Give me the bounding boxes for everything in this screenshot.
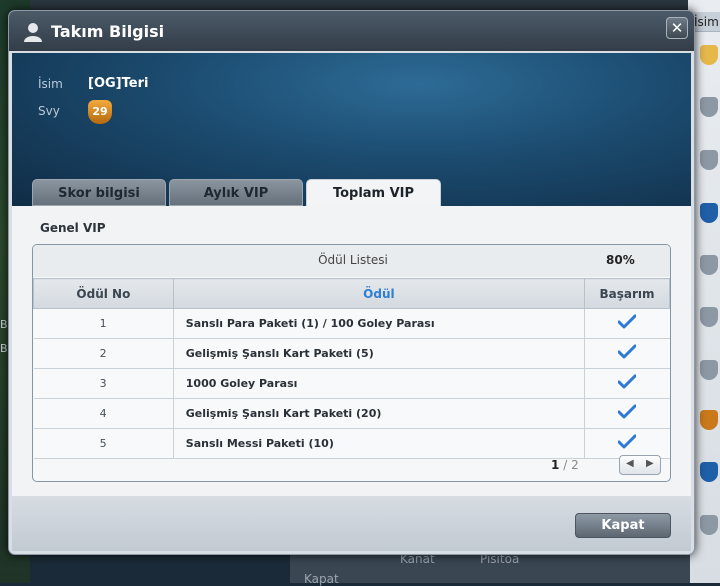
pagination-buttons: ◀ ▶ bbox=[619, 455, 661, 475]
background-label: Kapat bbox=[304, 572, 339, 586]
name-label: İsim bbox=[38, 77, 63, 91]
rank-badge-icon bbox=[700, 150, 718, 170]
page-separator: / bbox=[563, 458, 568, 472]
total-pages: 2 bbox=[571, 458, 579, 472]
background-marker: B bbox=[0, 342, 8, 355]
section-title: Genel VIP bbox=[40, 221, 106, 235]
rank-badge-icon bbox=[700, 360, 718, 380]
column-header-achievement: Başarım bbox=[584, 278, 670, 309]
checkmark-icon bbox=[618, 404, 637, 419]
reward-list-header: Ödül Listesi 80% bbox=[33, 245, 670, 277]
reward-name: Gelişmiş Şanslı Kart Paketi (5) bbox=[172, 338, 585, 369]
achievement-cell bbox=[584, 428, 670, 459]
rank-badge-icon bbox=[700, 462, 718, 482]
achievement-cell bbox=[584, 398, 670, 429]
checkmark-icon bbox=[618, 314, 637, 329]
reward-name: Gelişmiş Şanslı Kart Paketi (20) bbox=[172, 398, 585, 429]
reward-table: Ödül No Ödül Başarım 1 Sanslı Para Paketi… bbox=[33, 278, 670, 459]
rank-badge-icon bbox=[700, 203, 718, 223]
column-header-reward[interactable]: Ödül bbox=[172, 278, 586, 309]
achievement-cell bbox=[584, 368, 670, 399]
reward-progress: 80% bbox=[606, 253, 635, 267]
reward-list-title: Ödül Listesi bbox=[318, 253, 388, 267]
tab-aylik-vip[interactable]: Aylık VIP bbox=[169, 179, 303, 206]
next-page-icon[interactable]: ▶ bbox=[646, 458, 654, 469]
rank-badge-icon bbox=[700, 45, 718, 65]
close-button[interactable]: Kapat bbox=[575, 513, 671, 538]
dialog-title: Takım Bilgisi bbox=[51, 22, 165, 41]
tab-skor-bilgisi[interactable]: Skor bilgisi bbox=[32, 179, 166, 206]
reward-no: 5 bbox=[33, 428, 174, 459]
table-row: 5 Sanslı Messi Paketi (10) bbox=[33, 428, 670, 459]
table-row: 1 Sanslı Para Paketi (1) / 100 Goley Para… bbox=[33, 308, 670, 339]
table-row: 4 Gelişmiş Şanslı Kart Paketi (20) bbox=[33, 398, 670, 429]
reward-name: Sanslı Para Paketi (1) / 100 Goley Paras… bbox=[172, 308, 585, 339]
reward-name: 1000 Goley Parası bbox=[172, 368, 585, 399]
reward-name: Sanslı Messi Paketi (10) bbox=[172, 428, 585, 459]
background-marker: B bbox=[0, 318, 8, 331]
achievement-cell bbox=[584, 338, 670, 369]
column-header-reward-no: Ödül No bbox=[33, 278, 174, 309]
reward-no: 3 bbox=[33, 368, 174, 399]
prev-page-icon[interactable]: ◀ bbox=[626, 458, 634, 469]
pagination-indicator: 1 / 2 bbox=[551, 458, 579, 472]
dialog-titlebar: Takım Bilgisi ✕ bbox=[9, 11, 694, 51]
reward-no: 4 bbox=[33, 398, 174, 429]
close-icon[interactable]: ✕ bbox=[666, 17, 688, 39]
checkmark-icon bbox=[618, 434, 637, 449]
user-icon bbox=[24, 23, 42, 42]
rank-badge-icon bbox=[700, 410, 718, 430]
current-page: 1 bbox=[551, 458, 560, 472]
reward-no: 2 bbox=[33, 338, 174, 369]
rank-badge-icon bbox=[700, 97, 718, 117]
checkmark-icon bbox=[618, 344, 637, 359]
team-name: [OG]Teri bbox=[88, 76, 149, 91]
level-badge: 29 bbox=[88, 100, 112, 124]
rank-badge-icon bbox=[700, 255, 718, 275]
checkmark-icon bbox=[618, 374, 637, 389]
rank-badge-icon bbox=[700, 515, 718, 535]
rank-badge-icon bbox=[700, 307, 718, 327]
table-row: 3 1000 Goley Parası bbox=[33, 368, 670, 399]
level-label: Svy bbox=[38, 104, 60, 118]
reward-no: 1 bbox=[33, 308, 174, 339]
team-info-dialog: Takım Bilgisi ✕ İsim [OG]Teri Svy 29 Sko… bbox=[8, 10, 695, 555]
reward-list-panel: Ödül Listesi 80% Ödül No Ödül Başarım 1S… bbox=[32, 244, 671, 482]
table-row: 2 Gelişmiş Şanslı Kart Paketi (5) bbox=[33, 338, 670, 369]
tab-toplam-vip[interactable]: Toplam VIP bbox=[306, 179, 441, 206]
achievement-cell bbox=[584, 308, 670, 339]
